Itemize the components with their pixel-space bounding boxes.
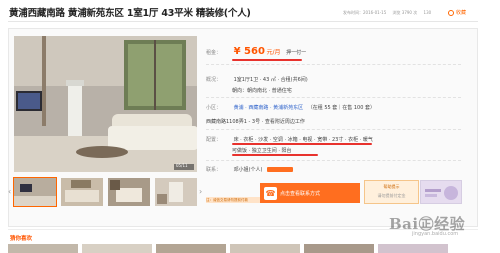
community-row: 小区： 黄浦 · 西藏南路 · 黄浦新苑东区 （在租 55 套｜在售 100 套… <box>206 104 375 111</box>
listing-title: 黄浦西藏南路 黄浦新苑东区 1室1厅 43平米 精装修(个人) <box>9 8 251 19</box>
info-divider <box>206 64 461 65</box>
contact-label: 联系： <box>206 167 222 173</box>
recommend-thumbnail[interactable] <box>230 244 300 253</box>
help-title: 帮助提示 <box>383 184 400 189</box>
view-count: 浏览 3790 次 <box>392 10 418 15</box>
thumb-image <box>155 178 197 206</box>
community-label: 小区： <box>206 105 222 111</box>
photo-counter: 05/11 <box>176 163 188 168</box>
thumb-image <box>61 178 103 206</box>
type-value: 1室1厅1卫 · 43 ㎡ · 合租(共6间) <box>233 77 308 83</box>
config-row: 配置： 床 · 衣柜 · 沙发 · 空调 · 冰箱 · 电视 · 宽带 · 23… <box>206 136 373 143</box>
recommend-thumbnail[interactable] <box>82 244 152 253</box>
thumbnail[interactable] <box>61 178 103 206</box>
recommend-thumbnail[interactable] <box>156 244 226 253</box>
ad-image <box>421 181 461 203</box>
community-link[interactable]: 黄浦 · 西藏南路 · 黄浦新苑东区 <box>234 105 304 111</box>
favorite-label: 收藏 <box>456 10 467 16</box>
favorite-button[interactable]: 收藏 <box>448 8 468 17</box>
main-photo[interactable] <box>14 36 197 172</box>
phone-icon: ☎ <box>264 186 277 200</box>
community-stats: （在租 55 套｜在售 100 套） <box>307 105 375 111</box>
recommend-thumbnail[interactable] <box>304 244 374 253</box>
help-tip-box: 帮助提示 请勿提前付定金 <box>364 180 419 204</box>
help-tip: 请勿提前付定金 <box>377 193 406 198</box>
recommend-thumbnail[interactable] <box>8 244 78 253</box>
posted-time: 发布时间：2016-01-15 <box>343 10 387 15</box>
thumbnail-strip: ‹ › <box>8 177 204 207</box>
listing-id: 130 <box>423 10 432 15</box>
annotation-underline <box>232 143 372 145</box>
address-text: 西藏南路1108弄1 - 3号 · 查看附近周边工作 <box>206 119 305 125</box>
warning-text: 注：诚信交易请勿提前付款 <box>206 198 248 202</box>
payment-terms: 押一付一 <box>286 50 307 56</box>
thumbnail[interactable] <box>13 177 57 207</box>
config-label: 配置： <box>206 137 222 143</box>
rent-label: 租金： <box>206 50 222 56</box>
type-label: 概况： <box>206 77 222 83</box>
recommend-title: 猜你喜欢 <box>10 236 33 242</box>
contact-value: 邓小姐(个人) <box>233 167 263 173</box>
info-divider <box>206 160 461 161</box>
price-unit: 元/月 <box>266 49 281 56</box>
thumb-next-icon[interactable]: › <box>199 185 204 199</box>
thumbnail[interactable] <box>155 178 197 206</box>
price-value: ¥ 560 <box>233 46 265 57</box>
title-divider <box>8 21 478 22</box>
type-row: 概况： 1室1厅1卫 · 43 ㎡ · 合租(共6间) <box>206 76 308 83</box>
annotation-underline <box>232 59 302 61</box>
view-contact-button[interactable]: ☎ 点击查看联系方式 <box>260 183 360 203</box>
ad-banner[interactable] <box>420 180 462 204</box>
living-room-photo <box>14 36 197 172</box>
thumb-image <box>108 178 150 206</box>
thumb-prev-icon[interactable]: ‹ <box>8 185 13 199</box>
info-divider <box>206 129 461 130</box>
info-divider <box>206 97 461 98</box>
rating-stars-icon <box>267 167 294 172</box>
listing-meta: 发布时间：2016-01-15 浏览 3790 次 130 <box>343 10 436 16</box>
thumb-image <box>14 178 56 206</box>
annotation-underline <box>232 154 318 156</box>
recommend-thumbnail[interactable] <box>378 244 448 253</box>
orientation-text: 朝向：朝向南北 · 普通住宅 <box>232 88 292 94</box>
config-items-2: 可做饭 · 独立卫生间 · 阳台 <box>232 148 292 154</box>
thumbnail[interactable] <box>108 178 150 206</box>
view-contact-label: 点击查看联系方式 <box>280 190 321 197</box>
contact-row: 联系： 邓小姐(个人) <box>206 166 294 173</box>
watermark-url: jingyan.baidu.com <box>412 231 459 237</box>
warning-strip: 注：诚信交易请勿提前付款 <box>206 197 260 203</box>
rent-row: 租金： ¥ 560 元/月 押一付一 <box>206 46 306 57</box>
star-icon <box>448 9 454 16</box>
